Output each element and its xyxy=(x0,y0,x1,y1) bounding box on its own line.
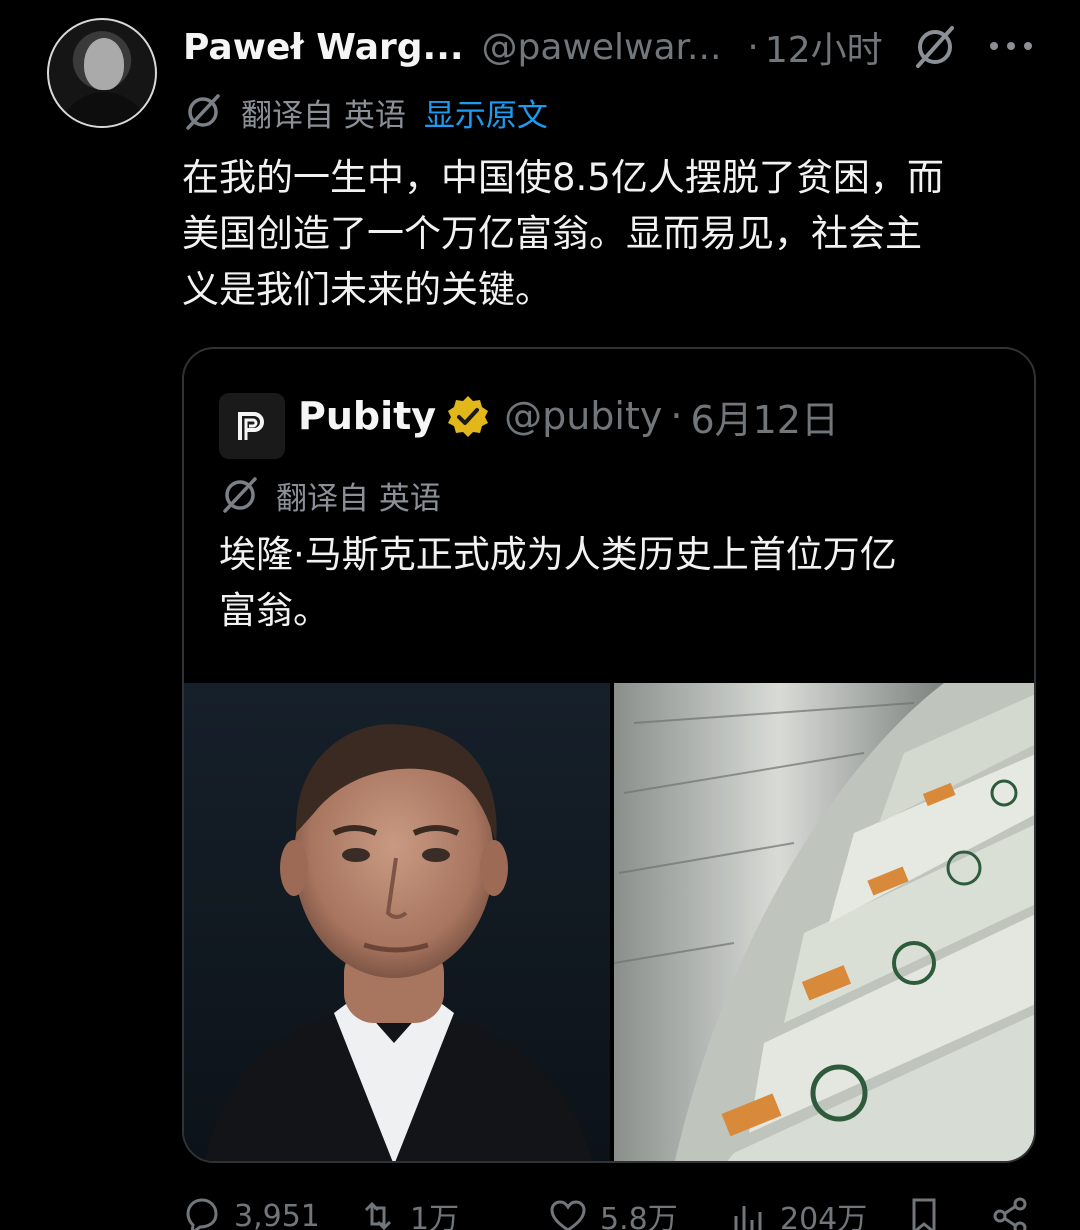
quote-author-handle[interactable]: @pubity xyxy=(504,394,662,438)
views-button[interactable]: 204万 xyxy=(728,1196,867,1230)
retweet-icon xyxy=(364,1201,392,1230)
tweet-text-line: 在我的一生中，中国使8.5亿人摆脱了贫困，而 xyxy=(182,156,944,199)
author-handle[interactable]: @pawelwar... xyxy=(482,27,722,68)
views-count: 204万 xyxy=(780,1202,868,1230)
translate-icon xyxy=(223,477,257,513)
translated-from-label: 翻译自 英语 xyxy=(241,97,406,134)
tweet-text-line: 美国创造了一个万亿富翁。显而易见，社会主 xyxy=(182,212,922,255)
share-button[interactable] xyxy=(990,1196,1042,1230)
bookmark-icon xyxy=(912,1198,936,1230)
bookmark-button[interactable] xyxy=(904,1196,956,1230)
share-icon xyxy=(993,1197,1027,1230)
quote-text: 埃隆·马斯克正式成为人类历史上首位万亿 富翁。 xyxy=(219,527,999,639)
tweet-time[interactable]: 12小时 xyxy=(765,21,883,73)
tweet-text-line: 义是我们未来的关键。 xyxy=(182,268,552,311)
translated-from-label: 翻译自 英语 xyxy=(276,480,441,517)
quote-date[interactable]: 6月12日 xyxy=(690,389,839,444)
pubity-logo-avatar[interactable] xyxy=(219,393,285,459)
show-original-link[interactable]: 显示原文 xyxy=(424,90,548,135)
retweet-button[interactable]: 1万 xyxy=(358,1196,459,1230)
translation-row: 翻译自 英语 显示原文 xyxy=(183,90,548,134)
tweet-header: Paweł Warg... @pawelwar... · 12小时 xyxy=(183,22,883,72)
separator-dot: · xyxy=(670,394,683,438)
quote-header: Pubity @pubity · 6月12日 xyxy=(298,389,839,444)
dollar-bills-printing-photo[interactable] xyxy=(614,683,1034,1161)
quote-translation-row: 翻译自 英语 xyxy=(220,473,441,517)
pubity-logo-icon xyxy=(238,412,264,440)
reply-count: 3,951 xyxy=(234,1198,320,1230)
separator-dot: · xyxy=(747,26,759,68)
reply-button[interactable]: 3,951 xyxy=(182,1196,320,1230)
verified-badge-icon xyxy=(448,396,489,437)
quote-author-name[interactable]: Pubity xyxy=(298,394,436,438)
quote-text-line: 富翁。 xyxy=(219,589,330,632)
action-bar: 3,951 1万 5.8万 204万 xyxy=(182,1196,1062,1230)
quoted-tweet-card[interactable]: Pubity @pubity · 6月12日 翻译自 英语 埃隆·马斯克正式成为… xyxy=(182,347,1036,1163)
like-button[interactable]: 5.8万 xyxy=(548,1196,678,1230)
quote-text-line: 埃隆·马斯克正式成为人类历史上首位万亿 xyxy=(219,533,897,576)
grok-icon[interactable] xyxy=(912,24,958,70)
dollar-bills-illustration xyxy=(614,683,1034,1161)
portrait-illustration xyxy=(204,724,593,1161)
author-name[interactable]: Paweł Warg... xyxy=(183,27,464,68)
like-icon xyxy=(550,1200,586,1230)
retweet-count: 1万 xyxy=(410,1202,460,1230)
reply-icon xyxy=(186,1198,218,1230)
translate-icon xyxy=(186,94,220,130)
like-count: 5.8万 xyxy=(600,1202,678,1230)
author-avatar[interactable] xyxy=(47,18,157,128)
tweet-text: 在我的一生中，中国使8.5亿人摆脱了贫困，而 美国创造了一个万亿富翁。显而易见，… xyxy=(182,150,1042,318)
elon-musk-photo[interactable] xyxy=(184,683,610,1161)
more-icon[interactable] xyxy=(990,36,1032,56)
views-icon xyxy=(734,1206,762,1230)
